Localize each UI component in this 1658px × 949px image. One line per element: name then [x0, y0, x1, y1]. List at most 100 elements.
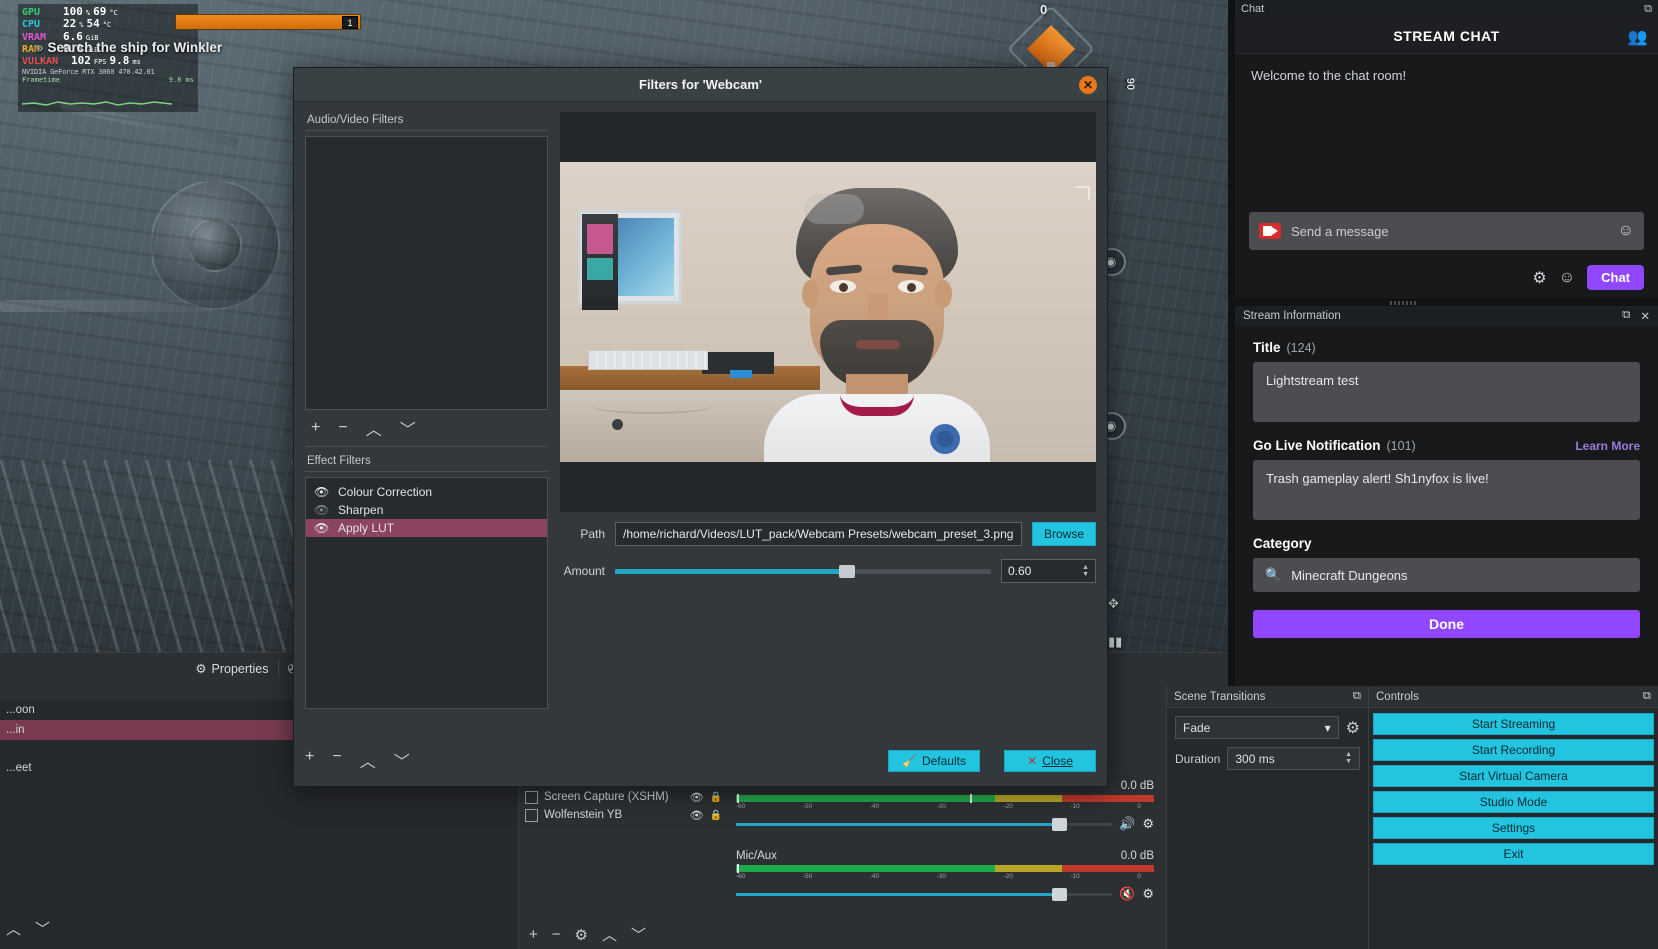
effect-filter-label-3: Apply LUT [338, 521, 394, 535]
title-input[interactable]: Lightstream test [1253, 362, 1640, 422]
person-hair-highlight [804, 194, 864, 224]
properties-button[interactable]: ⚙ Properties [195, 661, 268, 676]
preview-crop-handle[interactable] [1076, 186, 1090, 200]
video-clip-icon[interactable] [1259, 223, 1281, 239]
scene-up-icon[interactable]: ︿ [6, 918, 21, 939]
eye-icon[interactable]: 👁 [690, 791, 704, 804]
filter-preview[interactable] [560, 112, 1096, 512]
transition-selected-value: Fade [1183, 721, 1210, 735]
broom-icon: 🧹 [902, 754, 917, 768]
eye-icon[interactable]: 👁 [314, 521, 330, 535]
eye-off-icon[interactable]: 👁 [314, 503, 330, 517]
move-source-up-icon[interactable]: ︿ [602, 924, 617, 945]
spinner-arrows-icon[interactable]: ▲▼ [1345, 752, 1352, 765]
progress-badge: 1 [342, 16, 358, 29]
amount-row: Amount 0.60 ▲▼ [560, 559, 1096, 583]
chat-input[interactable]: Send a message ☺ [1249, 212, 1644, 250]
category-input[interactable]: 🔍 Minecraft Dungeons [1253, 558, 1640, 592]
hud-value-cpu-temp: 54 [86, 18, 99, 29]
mixer-fader-2[interactable] [736, 893, 1112, 896]
hud-driver-version: 470.42.01 [118, 68, 154, 76]
amount-label: Amount [560, 564, 605, 578]
mixer-fader-1[interactable] [736, 823, 1112, 826]
emote-icon[interactable]: ☺ [1618, 222, 1634, 240]
effect-filter-sharpen[interactable]: 👁 Sharpen [306, 501, 547, 519]
source-settings-icon[interactable]: ⚙ [575, 926, 588, 944]
move-av-filter-down-icon[interactable]: ﹀ [400, 416, 416, 440]
start-recording-button[interactable]: Start Recording [1373, 739, 1654, 761]
properties-label: Properties [212, 662, 269, 676]
defaults-button[interactable]: 🧹 Defaults [888, 750, 980, 772]
notification-input[interactable]: Trash gameplay alert! Sh1nyfox is live! [1253, 460, 1640, 520]
browse-button[interactable]: Browse [1032, 522, 1096, 546]
fader-knob-2[interactable] [1052, 888, 1067, 901]
filters-dialog-titlebar: Filters for 'Webcam' ✕ [294, 68, 1107, 102]
chat-input-placeholder: Send a message [1291, 224, 1608, 239]
remove-av-filter-icon[interactable]: − [338, 419, 347, 437]
amount-slider-knob[interactable] [839, 565, 855, 578]
studio-mode-button[interactable]: Studio Mode [1373, 791, 1654, 813]
speaker-muted-icon[interactable]: 🔇 [1119, 886, 1135, 902]
filter-preview-column: Path /home/richard/Videos/LUT_pack/Webca… [560, 112, 1096, 786]
source-row-2[interactable]: Screen Capture (XSHM) 👁 🔒 [519, 788, 728, 806]
speaker-icon[interactable]: 🔊 [1119, 816, 1135, 832]
close-icon[interactable]: ✕ [1079, 76, 1097, 94]
users-icon[interactable]: 👥 [1628, 27, 1648, 47]
duration-spinner[interactable]: 300 ms ▲▼ [1227, 747, 1360, 770]
add-av-filter-icon[interactable]: + [311, 419, 320, 437]
notification-field-label: Go Live Notification [1253, 438, 1381, 453]
meter-mark-min [737, 794, 739, 803]
move-source-down-icon[interactable]: ﹀ [631, 924, 646, 945]
stream-info-title: Stream Information [1243, 310, 1341, 322]
sources-toolbar: + − ⚙ ︿ ﹀ [519, 924, 728, 945]
source-row-3[interactable]: Wolfenstein YB 👁 🔒 [519, 806, 728, 824]
effect-filter-apply-lut[interactable]: 👁 Apply LUT [306, 519, 547, 537]
close-icon[interactable]: ✕ [1640, 309, 1650, 323]
gear-icon[interactable]: ⚙ [1142, 886, 1154, 902]
close-button[interactable]: ✕ Close [1004, 750, 1096, 772]
popout-icon[interactable]: ⧉ [1644, 3, 1652, 16]
scene-down-icon[interactable]: ﹀ [35, 918, 50, 939]
start-virtual-camera-button[interactable]: Start Virtual Camera [1373, 765, 1654, 787]
effect-filter-colour-correction[interactable]: 👁 Colour Correction [306, 483, 547, 501]
learn-more-link[interactable]: Learn More [1575, 439, 1640, 453]
scale-tick-5: -20 [1004, 803, 1013, 810]
popout-icon[interactable]: ⧉ [1643, 690, 1651, 703]
exit-button[interactable]: Exit [1373, 843, 1654, 865]
amount-spinner[interactable]: 0.60 ▲▼ [1001, 559, 1096, 583]
path-input[interactable]: /home/richard/Videos/LUT_pack/Webcam Pre… [615, 522, 1022, 546]
add-source-icon[interactable]: + [529, 926, 538, 943]
effect-filters-list[interactable]: 👁 Colour Correction 👁 Sharpen 👁 Apply LU… [305, 477, 548, 709]
webcam-desk-object-blue [730, 370, 752, 378]
amount-value: 0.60 [1008, 564, 1031, 578]
transition-select[interactable]: Fade ▾ [1175, 716, 1339, 739]
fader-knob-1[interactable] [1052, 818, 1067, 831]
remove-effect-filter-icon[interactable]: − [332, 748, 341, 772]
amount-slider[interactable] [615, 563, 991, 579]
move-effect-filter-down-icon[interactable]: ﹀ [394, 748, 410, 772]
add-effect-filter-icon[interactable]: + [305, 748, 314, 772]
gear-icon[interactable]: ⚙ [1142, 816, 1154, 832]
mixer-channel-mic: Mic/Aux 0.0 dB -60 -50 -40 -30 -20 -10 0 [736, 850, 1154, 901]
done-button[interactable]: Done [1253, 610, 1640, 638]
gear-icon: ⚙ [195, 661, 206, 676]
audio-video-filters-list[interactable] [305, 136, 548, 410]
popout-icon[interactable]: ⧉ [1353, 690, 1361, 703]
lock-icon[interactable]: 🔒 [710, 792, 722, 803]
remove-source-icon[interactable]: − [552, 926, 561, 943]
smiley-icon[interactable]: ☺ [1559, 269, 1575, 287]
fader-fill-2 [736, 893, 1059, 896]
move-effect-filter-up-icon[interactable]: ︿ [360, 748, 376, 772]
amount-spinner-arrows-icon[interactable]: ▲▼ [1082, 565, 1089, 578]
send-chat-button[interactable]: Chat [1587, 265, 1644, 290]
lock-icon[interactable]: 🔒 [710, 810, 722, 821]
gear-icon[interactable]: ⚙ [1532, 268, 1546, 288]
dock-resize-handle[interactable] [1390, 301, 1416, 305]
move-av-filter-up-icon[interactable]: ︿ [366, 416, 382, 440]
eye-icon[interactable]: 👁 [690, 809, 704, 822]
transition-properties-gear-icon[interactable]: ⚙ [1346, 718, 1360, 738]
start-streaming-button[interactable]: Start Streaming [1373, 713, 1654, 735]
eye-icon[interactable]: 👁 [314, 485, 330, 499]
popout-icon[interactable]: ⧉ [1622, 309, 1630, 323]
settings-button[interactable]: Settings [1373, 817, 1654, 839]
